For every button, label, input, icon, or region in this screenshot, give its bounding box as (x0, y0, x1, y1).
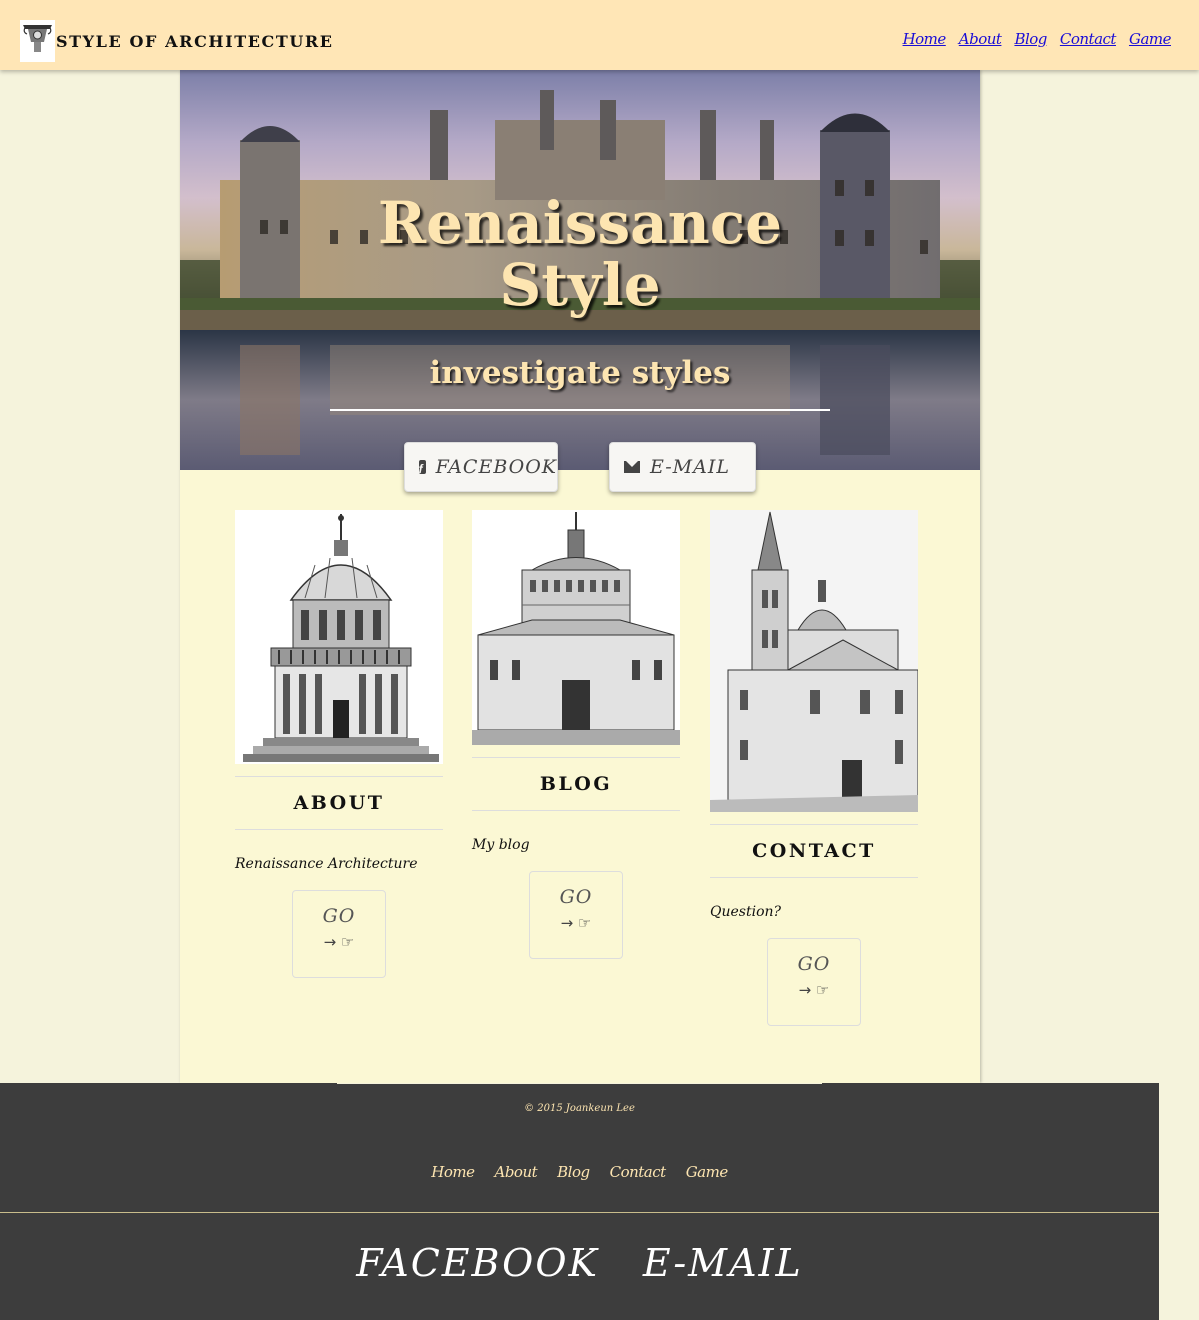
card-heading-about: ABOUT (293, 792, 385, 814)
hero-subtitle: investigate styles (429, 355, 731, 391)
card-divider (235, 829, 443, 830)
footer-link-blog[interactable]: Blog (557, 1163, 590, 1181)
nav-link-blog[interactable]: Blog (1014, 30, 1047, 48)
card-about: ABOUT Renaissance Architecture GO → ☞ (235, 510, 443, 978)
go-button-about[interactable]: GO → ☞ (292, 890, 386, 978)
go-button-label: GO (797, 953, 831, 975)
footer-social: FACEBOOK E-MAIL (0, 1241, 1159, 1285)
footer-nav: Home About Blog Contact Game (0, 1163, 1159, 1181)
hero-title-line2: Style (499, 251, 661, 319)
card-text-about: Renaissance Architecture (235, 856, 418, 872)
go-button-blog[interactable]: GO → ☞ (529, 871, 623, 959)
arrow-hand-icon: → ☞ (798, 981, 830, 999)
nav-link-game[interactable]: Game (1129, 30, 1172, 48)
card-blog: BLOG My blog GO → ☞ (472, 510, 680, 959)
church-drawing (472, 510, 680, 745)
footer: © 2015 Joankeun Lee Home About Blog Cont… (0, 1083, 1159, 1320)
brand-logo[interactable] (20, 20, 55, 62)
facebook-icon (419, 460, 426, 476)
footer-link-game[interactable]: Game (686, 1163, 729, 1181)
hero-divider (330, 409, 830, 411)
arrow-hand-icon: → ☞ (560, 914, 592, 932)
tempietto-drawing (235, 510, 443, 764)
footer-link-about[interactable]: About (495, 1163, 538, 1181)
brand-title[interactable]: STYLE OF ARCHITECTURE (56, 32, 334, 51)
card-contact: CONTACT Question? GO → ☞ (710, 510, 918, 1026)
facebook-button-label: FACEBOOK (435, 456, 557, 478)
email-button-label: E-MAIL (650, 456, 730, 478)
hero-banner: Renaissance Style investigate styles (180, 70, 980, 470)
copyright-text: © 2015 Joankeun Lee (524, 1103, 635, 1114)
facebook-button[interactable]: FACEBOOK (404, 442, 558, 492)
top-navbar: STYLE OF ARCHITECTURE Home About Blog Co… (0, 0, 1199, 70)
hero-title: Renaissance Style (180, 192, 980, 316)
footer-facebook-link[interactable]: FACEBOOK (356, 1241, 599, 1285)
hero-title-line1: Renaissance (377, 189, 783, 257)
email-button[interactable]: E-MAIL (609, 442, 756, 492)
card-text-contact: Question? (710, 904, 782, 920)
basilica-drawing (710, 510, 918, 812)
card-divider (710, 877, 918, 878)
card-text-blog: My blog (472, 837, 530, 853)
footer-link-contact[interactable]: Contact (610, 1163, 667, 1181)
footer-top-divider (337, 1083, 822, 1084)
envelope-icon (624, 461, 640, 473)
nav-links: Home About Blog Contact Game (903, 30, 1172, 48)
card-divider (472, 810, 680, 811)
card-heading-blog: BLOG (539, 773, 613, 795)
nav-link-about[interactable]: About (959, 30, 1002, 48)
footer-divider (0, 1212, 1159, 1213)
footer-email-link[interactable]: E-MAIL (643, 1241, 803, 1285)
card-heading-contact: CONTACT (752, 840, 876, 862)
arrow-hand-icon: → ☞ (323, 933, 355, 951)
main-panel: Renaissance Style investigate styles FAC… (180, 70, 980, 1083)
go-button-label: GO (322, 905, 356, 927)
nav-link-contact[interactable]: Contact (1060, 30, 1117, 48)
nav-link-home[interactable]: Home (903, 30, 947, 48)
go-button-label: GO (559, 886, 593, 908)
go-button-contact[interactable]: GO → ☞ (767, 938, 861, 1026)
footer-link-home[interactable]: Home (431, 1163, 475, 1181)
